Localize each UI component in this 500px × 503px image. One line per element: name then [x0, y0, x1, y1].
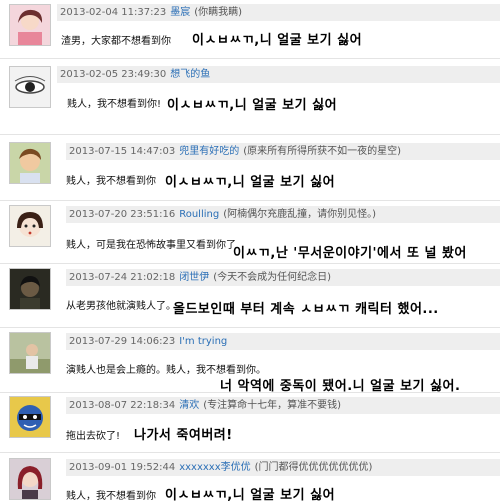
comment-signature: (门门都得优优优优优优优) [254, 462, 373, 473]
comment-meta: 2013-02-04 11:37:23 墨宸 (你瞒我瞒) [57, 4, 500, 21]
divider [0, 200, 500, 201]
eye-sketch-avatar[interactable] [9, 66, 51, 108]
divider [0, 452, 500, 453]
divider [0, 327, 500, 328]
comment-text-korean: 나가서 죽여버려! [134, 428, 233, 443]
comment-text-korean: 이ㅅㅂㅆㄲ,니 얼굴 보기 싫어 [165, 175, 336, 190]
comment-signature: (阿楠偶尔充鹿乱撞，请你别见怪。) [223, 209, 377, 220]
girl-pink-avatar[interactable] [9, 4, 51, 46]
comment-time: 2013-07-24 21:02:18 [69, 272, 176, 283]
comment-signature: (原来所有所得所获不如一夜的星空) [243, 146, 402, 157]
comment-meta: 2013-09-01 19:52:44 xxxxxxx李优优 (门门都得优优优优优优… [66, 459, 500, 476]
comment-text-chinese: 贱人，我不想看到你! [67, 99, 162, 110]
comment-time: 2013-07-20 23:51:16 [69, 209, 176, 220]
comment-text-korean: 이ㅅㅂㅆㄲ,니 얼굴 보기 싫어 [165, 488, 336, 503]
comment-meta: 2013-02-05 23:49:30 想飞的鱼 [57, 66, 500, 83]
divider [0, 392, 500, 393]
comment-time: 2013-07-29 14:06:23 [69, 336, 176, 347]
comment-text-chinese: 演贱人也是会上瘾的。贱人，我不想看到你。 [66, 365, 266, 376]
comment-username[interactable]: I'm trying [179, 336, 227, 347]
dark-portrait-avatar[interactable] [9, 268, 51, 310]
comment-text-chinese: 贱人，可是我在恐怖故事里又看到你了 [66, 240, 236, 251]
comment-time: 2013-08-07 22:18:34 [69, 400, 176, 411]
divider [0, 58, 500, 59]
comment-username[interactable]: xxxxxxx李优优 [179, 462, 250, 473]
cartoon-hero-avatar[interactable] [9, 396, 51, 438]
comment-meta: 2013-07-29 14:06:23 I'm trying [66, 333, 500, 350]
child-avatar[interactable] [9, 142, 51, 184]
comment-username[interactable]: 兜里有好吃的 [179, 146, 239, 157]
comment-text-chinese: 贱人，我不想看到你 [66, 176, 156, 187]
comment-username[interactable]: 想飞的鱼 [170, 69, 210, 80]
comment-text-chinese: 从老男孩他就演贱人了。 [66, 301, 176, 312]
doll-avatar[interactable] [9, 205, 51, 247]
comment-username[interactable]: 闭世伊 [179, 272, 209, 283]
comment-text-chinese: 贱人，我不想看到你 [66, 491, 156, 502]
comment-username[interactable]: 墨宸 [170, 7, 190, 18]
comment-meta: 2013-07-24 21:02:18 闭世伊 (今天不会成为任何纪念日) [66, 269, 500, 286]
comment-meta: 2013-07-15 14:47:03 兜里有好吃的 (原来所有所得所获不如一夜的星… [66, 143, 500, 160]
outdoor-avatar[interactable] [9, 332, 51, 374]
comment-text-korean: 올드보인때 부터 계속 ㅅㅂㅆㄲ 캐릭터 했어... [173, 302, 439, 317]
comment-meta: 2013-07-20 23:51:16 Roulling (阿楠偶尔充鹿乱撞，请你别… [66, 206, 500, 223]
comment-meta: 2013-08-07 22:18:34 清欢 (专注算命十七年，算准不要钱) [66, 397, 500, 414]
comment-text-korean: 이ㅆㄲ,난 '무서운이야기'에서 또 널 봤어 [233, 246, 467, 261]
comment-time: 2013-02-04 11:37:23 [60, 7, 167, 18]
divider [0, 134, 500, 135]
comment-time: 2013-07-15 14:47:03 [69, 146, 176, 157]
comment-username[interactable]: 清欢 [179, 400, 199, 411]
comment-time: 2013-02-05 23:49:30 [60, 69, 167, 80]
comment-text-chinese: 拖出去砍了! [66, 431, 121, 442]
comment-time: 2013-09-01 19:52:44 [69, 462, 176, 473]
comment-text-korean: 이ㅅㅂㅆㄲ,니 얼굴 보기 싫어 [167, 98, 338, 113]
divider [0, 263, 500, 264]
comment-text-korean: 이ㅅㅂㅆㄲ,니 얼굴 보기 싫어 [192, 33, 363, 48]
comment-text-chinese: 渣男，大家都不想看到你 [61, 36, 171, 47]
comment-signature: (今天不会成为任何纪念日) [213, 272, 332, 283]
red-hair-avatar[interactable] [9, 458, 51, 500]
comment-signature: (你瞒我瞒) [194, 7, 243, 18]
comment-signature: (专注算命十七年，算准不要钱) [203, 400, 342, 411]
comment-username[interactable]: Roulling [179, 209, 219, 220]
